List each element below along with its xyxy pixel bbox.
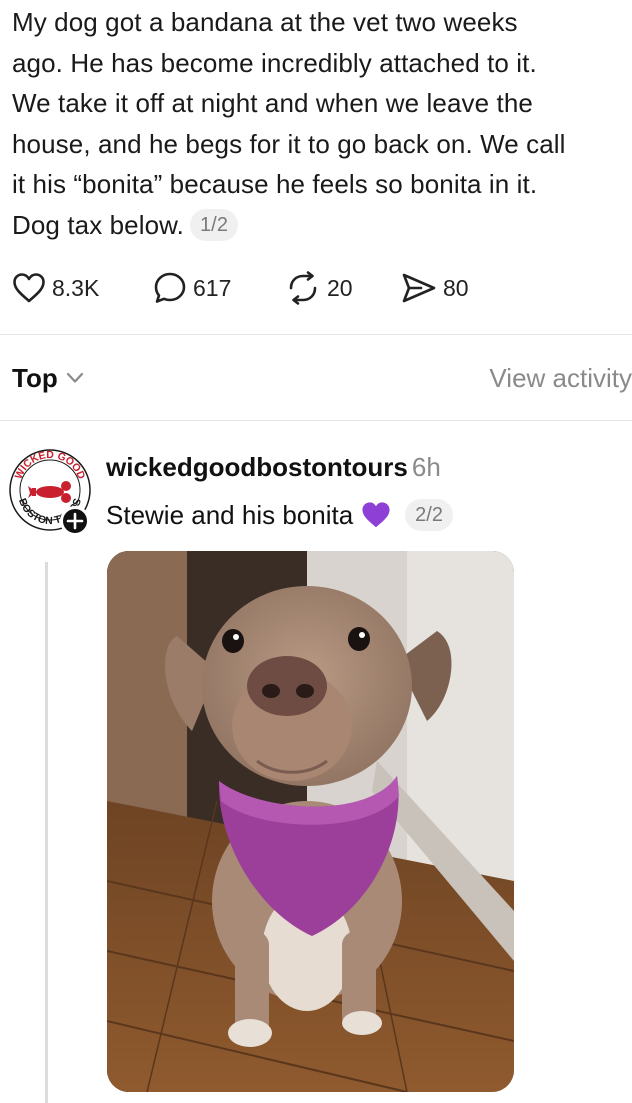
heart-outline-icon bbox=[13, 273, 45, 303]
share-button[interactable]: 80 bbox=[401, 272, 469, 304]
send-arrow-icon bbox=[402, 273, 436, 303]
view-activity-link[interactable]: View activity bbox=[489, 363, 632, 394]
reply-header: wickedgoodbostontours 6h bbox=[106, 450, 441, 484]
speech-bubble-icon bbox=[154, 272, 186, 303]
dog-photo-illustration bbox=[107, 551, 514, 1092]
repost-count: 20 bbox=[327, 274, 353, 301]
sort-dropdown[interactable]: Top bbox=[12, 363, 58, 394]
post-text-line: My dog got a bandana at the vet two week… bbox=[12, 7, 518, 37]
repost-button[interactable]: 20 bbox=[285, 271, 401, 305]
reply-username[interactable]: wickedgoodbostontours bbox=[106, 452, 408, 482]
post-text-last-line: Dog tax below. 1/2 bbox=[12, 205, 627, 246]
page-indicator-badge: 1/2 bbox=[189, 208, 239, 241]
divider bbox=[0, 420, 632, 421]
reply-button[interactable]: 617 bbox=[153, 271, 285, 305]
chevron-down-icon[interactable] bbox=[66, 372, 84, 384]
reply-timestamp: 6h bbox=[411, 452, 441, 482]
sort-row: Top View activity bbox=[12, 358, 632, 398]
purple-heart-icon bbox=[362, 502, 390, 528]
share-count: 80 bbox=[443, 274, 469, 301]
post-text-line: house, and he begs for it to go back on.… bbox=[12, 128, 566, 159]
divider bbox=[0, 334, 632, 335]
post-text-line: We take it off at night and when we leav… bbox=[12, 88, 533, 118]
action-bar: 8.3K 617 20 80 bbox=[12, 270, 469, 306]
reply-text-content: Stewie and his bonita bbox=[106, 500, 354, 530]
page-indicator-badge: 2/2 bbox=[405, 499, 453, 531]
plus-icon bbox=[66, 512, 84, 530]
post-text: My dog got a bandana at the vet two week… bbox=[12, 2, 627, 245]
post-text-line: ago. He has become incredibly attached t… bbox=[12, 47, 537, 78]
post-text-line: it his “bonita” because he feels so boni… bbox=[12, 169, 538, 199]
like-button[interactable]: 8.3K bbox=[12, 272, 153, 304]
reply-text: Stewie and his bonita 2/2 bbox=[106, 497, 453, 533]
reply-count: 617 bbox=[193, 274, 232, 301]
repost-arrows-icon bbox=[289, 271, 317, 305]
follow-plus-button[interactable] bbox=[60, 506, 90, 536]
like-count: 8.3K bbox=[52, 274, 100, 301]
dog-photo[interactable] bbox=[107, 551, 514, 1092]
post-text-line: Dog tax below. bbox=[12, 209, 184, 240]
thread-line bbox=[45, 562, 48, 1103]
